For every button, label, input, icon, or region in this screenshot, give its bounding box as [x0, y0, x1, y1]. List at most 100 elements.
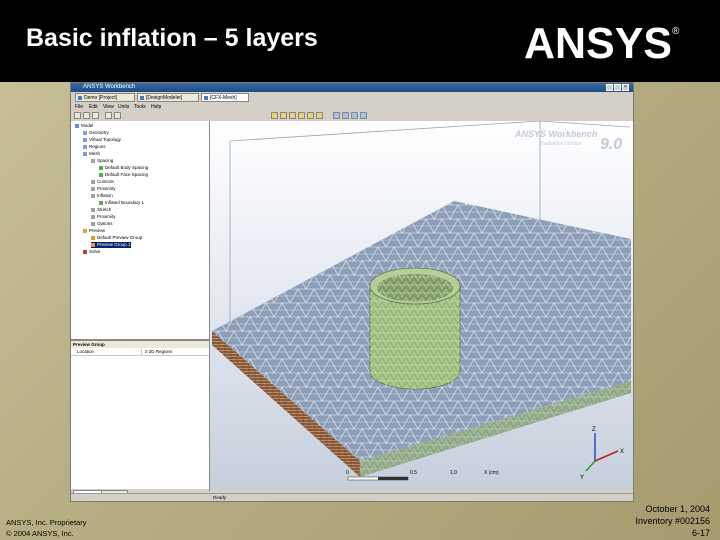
- status-text: Ready: [213, 495, 227, 500]
- zoom-icon[interactable]: [298, 112, 305, 119]
- model-icon: [75, 123, 79, 128]
- close-button[interactable]: ×: [622, 84, 629, 91]
- select-icon[interactable]: [271, 112, 278, 119]
- tree-item-preview-group-1[interactable]: Preview Group 1: [91, 242, 131, 248]
- tree-item-stretch[interactable]: Stretch: [91, 207, 111, 213]
- scale-label-0: 0: [346, 470, 349, 476]
- footer-copyright: © 2004 ANSYS, Inc.: [6, 529, 74, 538]
- rotate-icon[interactable]: [280, 112, 287, 119]
- menu-units[interactable]: Units: [118, 103, 129, 111]
- tree-item-solve[interactable]: Solve: [83, 249, 100, 255]
- open-icon[interactable]: [83, 112, 90, 119]
- tree-item-default-body-spacing[interactable]: Default Body Spacing: [99, 165, 148, 171]
- scale-unit: X (cm): [484, 470, 499, 476]
- ansys-logo: ANSYS ®: [524, 19, 680, 64]
- cfx-mesh-icon: [204, 96, 208, 100]
- solve-icon: [83, 249, 87, 254]
- tree-item-preview[interactable]: Preview: [83, 228, 105, 234]
- project-icon: [78, 96, 82, 100]
- inflation-icon: [91, 193, 95, 198]
- view-iso-icon[interactable]: [333, 112, 340, 119]
- details-row-location[interactable]: Location 2 2D Regions: [71, 348, 209, 356]
- scale-label-1: 0.5: [410, 470, 417, 476]
- tree-item-regions[interactable]: Regions: [83, 144, 106, 150]
- watermark-text: ANSYS Workbench: [514, 129, 598, 139]
- tree-item-default-face-spacing[interactable]: Default Face Spacing: [99, 172, 148, 178]
- regions-icon: [83, 144, 87, 149]
- tree-item-controls[interactable]: Controls: [91, 179, 114, 185]
- axis-label-y: Y: [580, 475, 584, 481]
- stretch-icon: [91, 207, 95, 212]
- model-tree: Model Geometry Virtual Topology Regions …: [71, 121, 210, 339]
- tree-item-proximity[interactable]: Proximity: [91, 186, 116, 192]
- tree-item-options[interactable]: Options: [91, 221, 113, 227]
- proximity-icon: [91, 186, 95, 191]
- details-row-label: Location: [77, 349, 95, 354]
- virtual-topology-icon: [83, 137, 87, 142]
- view-side-icon[interactable]: [360, 112, 367, 119]
- tree-item-virtual-topology[interactable]: Virtual Topology: [83, 137, 121, 143]
- mesh-icon: [83, 151, 87, 156]
- window-title: ANSYS Workbench: [83, 84, 136, 90]
- menu-tools[interactable]: Tools: [134, 103, 146, 111]
- logo-text: ANSYS: [524, 19, 672, 64]
- footer-left: ANSYS, Inc. Proprietary © 2004 ANSYS, In…: [6, 517, 86, 539]
- tree-item-spacing[interactable]: Spacing: [91, 158, 113, 164]
- tree-item-proximity-2[interactable]: Proximity: [91, 214, 116, 220]
- zoom-fit-icon[interactable]: [316, 112, 323, 119]
- menu-edit[interactable]: Edit: [89, 103, 98, 111]
- tree-item-mesh[interactable]: Mesh: [83, 151, 100, 157]
- details-row-value[interactable]: 2 2D Regions: [141, 348, 172, 355]
- tree-item-inflated-boundary[interactable]: Inflated Boundary 1: [99, 200, 144, 206]
- new-icon[interactable]: [74, 112, 81, 119]
- footer-proprietary: ANSYS, Inc. Proprietary: [6, 518, 87, 527]
- preview-group-icon: [91, 235, 95, 240]
- preview-group-icon: [91, 242, 95, 247]
- check-icon: [99, 200, 103, 205]
- controls-icon: [91, 179, 95, 184]
- tab-project[interactable]: Demo [Project]: [75, 93, 135, 102]
- menu-help[interactable]: Help: [151, 103, 161, 111]
- version-label: 9.0: [600, 136, 622, 153]
- logo-registered-mark: ®: [672, 26, 680, 37]
- menu-bar: File Edit View Units Tools Help: [71, 103, 633, 111]
- tree-item-default-preview-group[interactable]: Default Preview Group: [91, 235, 142, 241]
- mesh-view: ANSYS Workbench Evaluation Version 9.0 0…: [212, 120, 631, 481]
- designmodeler-icon: [140, 96, 144, 100]
- status-bar: Ready: [71, 493, 633, 501]
- axis-triad-icon: Z X Y: [580, 427, 624, 481]
- options-icon: [91, 221, 95, 226]
- view-top-icon[interactable]: [351, 112, 358, 119]
- view-front-icon[interactable]: [342, 112, 349, 119]
- footer-page-number: 6-17: [691, 528, 710, 538]
- tree-item-inflation[interactable]: Inflation: [91, 193, 113, 199]
- footer-date: October 1, 2004: [645, 504, 710, 514]
- watermark-sub: Evaluation Version: [540, 141, 582, 147]
- tree-item-geometry[interactable]: Geometry: [83, 130, 109, 136]
- axis-label-z: Z: [592, 427, 596, 433]
- window-titlebar: ANSYS Workbench ×: [71, 83, 633, 92]
- save-icon[interactable]: [92, 112, 99, 119]
- workbench-window: ANSYS Workbench × Demo [Project] [Design…: [70, 82, 634, 502]
- proximity-icon: [91, 214, 95, 219]
- footer-right: October 1, 2004 Inventory #002156 6-17: [635, 503, 710, 539]
- axis-label-x: X: [620, 449, 624, 455]
- maximize-button[interactable]: [614, 84, 621, 91]
- redo-icon[interactable]: [114, 112, 121, 119]
- undo-icon[interactable]: [105, 112, 112, 119]
- minimize-button[interactable]: [606, 84, 613, 91]
- menu-file[interactable]: File: [75, 103, 83, 111]
- tab-designmodeler[interactable]: [DesignModeler]: [137, 93, 199, 102]
- zoom-box-icon[interactable]: [307, 112, 314, 119]
- spacing-icon: [91, 158, 95, 163]
- menu-view[interactable]: View: [103, 103, 114, 111]
- footer-inventory: Inventory #002156: [635, 516, 710, 526]
- tree-item-model[interactable]: Model: [75, 123, 93, 129]
- slide-title: Basic inflation – 5 layers: [26, 24, 318, 52]
- details-header: Preview Group: [71, 341, 209, 348]
- 3d-viewport[interactable]: ANSYS Workbench Evaluation Version 9.0 0…: [210, 120, 633, 489]
- check-icon: [99, 172, 103, 177]
- pan-icon[interactable]: [289, 112, 296, 119]
- preview-icon: [83, 228, 87, 233]
- tab-cfx-mesh[interactable]: [CFX-Mesh]: [201, 93, 249, 102]
